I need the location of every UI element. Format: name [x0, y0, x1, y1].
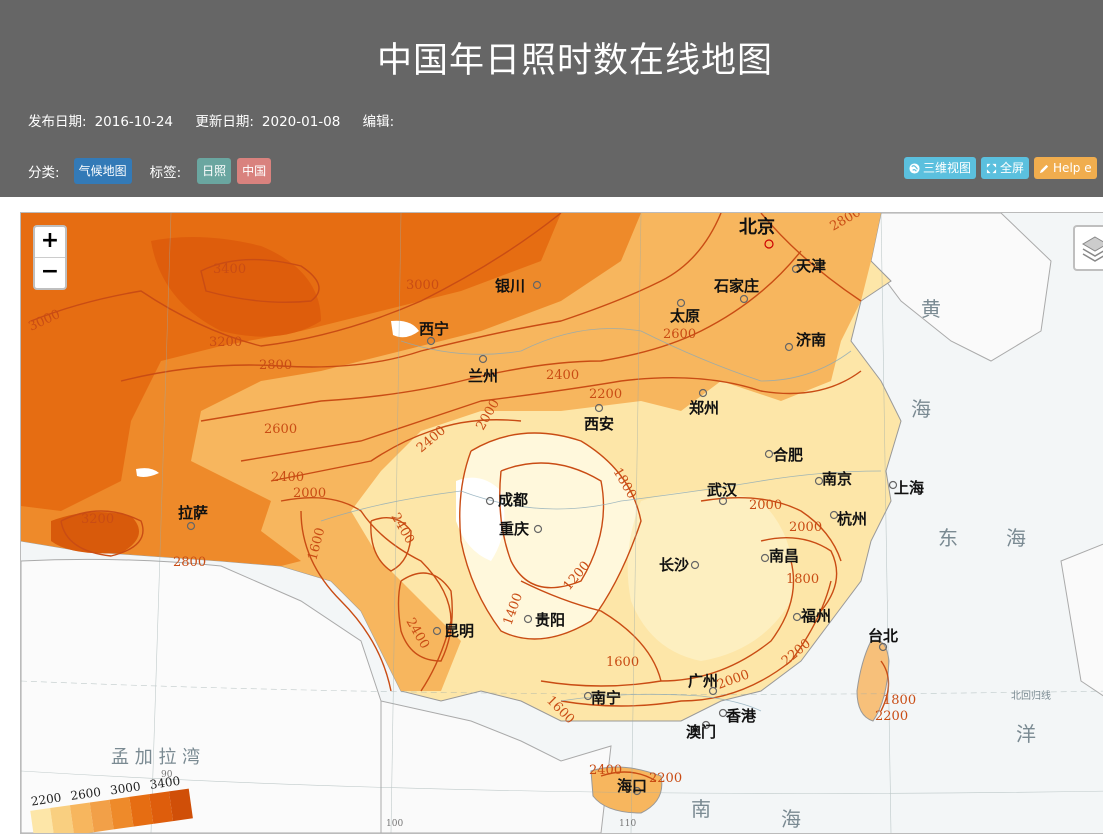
zoom-in-button[interactable]: + [35, 227, 65, 258]
update-date: 更新日期: 2020-01-08 [195, 114, 341, 130]
svg-text:长沙: 长沙 [659, 556, 689, 574]
svg-text:100: 100 [386, 819, 403, 829]
svg-text:2400: 2400 [589, 763, 622, 778]
svg-text:石家庄: 石家庄 [713, 277, 759, 295]
map-view[interactable]: + − 3400 3000 3000 3200 2800 2600 2800 2… [20, 212, 1103, 834]
svg-text:2400: 2400 [271, 470, 304, 485]
svg-text:北回归线: 北回归线 [1011, 689, 1051, 702]
svg-text:海: 海 [911, 397, 931, 421]
help-edit-button[interactable]: Help e [1034, 157, 1097, 179]
svg-text:贵阳: 贵阳 [535, 611, 565, 629]
svg-text:2800: 2800 [173, 555, 206, 570]
svg-text:2600: 2600 [264, 422, 297, 437]
svg-text:合肥: 合肥 [772, 446, 803, 464]
svg-text:武汉: 武汉 [707, 481, 738, 499]
fullscreen-button[interactable]: 全屏 [981, 157, 1030, 179]
svg-text:1800: 1800 [786, 572, 819, 587]
svg-text:2800: 2800 [259, 358, 292, 373]
tag-zhongguo[interactable]: 中国 [237, 158, 272, 184]
expand-icon [986, 163, 997, 173]
svg-text:2600: 2600 [663, 327, 696, 342]
svg-text:2000: 2000 [789, 520, 822, 535]
globe-icon [909, 162, 920, 174]
tag-rizhao[interactable]: 日照 [197, 158, 232, 184]
svg-text:南: 南 [691, 797, 711, 821]
svg-text:太原: 太原 [670, 307, 700, 325]
svg-text:银川: 银川 [495, 277, 525, 295]
svg-text:重庆: 重庆 [499, 520, 529, 538]
svg-text:拉萨: 拉萨 [178, 504, 208, 522]
zoom-out-button[interactable]: − [35, 258, 65, 288]
svg-text:1800: 1800 [883, 693, 916, 708]
svg-text:2200: 2200 [649, 771, 682, 786]
svg-text:天津: 天津 [796, 257, 826, 275]
svg-text:海: 海 [1006, 526, 1026, 550]
layers-icon [1082, 236, 1103, 262]
svg-text:黄: 黄 [921, 297, 941, 321]
svg-text:2000: 2000 [293, 486, 326, 501]
svg-text:广州: 广州 [688, 672, 718, 690]
svg-text:南昌: 南昌 [769, 547, 799, 565]
svg-text:洋: 洋 [1016, 722, 1036, 746]
toolbar: 三维视图 全屏 Help e [904, 157, 1102, 179]
publish-date: 发布日期: 2016-10-24 [28, 114, 174, 130]
svg-text:成都: 成都 [498, 491, 528, 509]
svg-text:杭州: 杭州 [837, 510, 867, 528]
pencil-icon [1039, 164, 1049, 173]
svg-text:福州: 福州 [800, 607, 831, 625]
layer-switcher-button[interactable] [1073, 225, 1103, 271]
svg-text:1600: 1600 [606, 655, 639, 670]
sunshine-map: 3400 3000 3000 3200 2800 2600 2800 2600 … [21, 213, 1103, 833]
meta-row: 发布日期: 2016-10-24 更新日期: 2020-01-08 编辑: [28, 110, 412, 130]
page-title: 中国年日照时数在线地图 [376, 41, 773, 81]
view-3d-button[interactable]: 三维视图 [904, 157, 977, 179]
svg-text:2000: 2000 [749, 498, 782, 513]
svg-text:郑州: 郑州 [689, 399, 719, 417]
svg-text:3200: 3200 [209, 335, 242, 350]
svg-text:兰州: 兰州 [468, 367, 498, 385]
svg-text:西安: 西安 [584, 415, 614, 433]
svg-text:澳门: 澳门 [686, 723, 716, 741]
svg-text:南京: 南京 [822, 470, 852, 488]
svg-text:110: 110 [619, 819, 636, 829]
svg-text:2200: 2200 [589, 387, 622, 402]
svg-text:上海: 上海 [894, 479, 924, 497]
svg-text:东: 东 [938, 526, 958, 550]
svg-text:台北: 台北 [868, 627, 898, 645]
svg-text:3400: 3400 [213, 262, 246, 277]
tags-label: 标签: [149, 165, 182, 181]
svg-text:香港: 香港 [726, 707, 757, 725]
zoom-control: + − [33, 225, 67, 290]
svg-text:南宁: 南宁 [591, 689, 621, 707]
svg-text:北京: 北京 [739, 216, 775, 238]
editor: 编辑: [362, 114, 395, 130]
svg-text:昆明: 昆明 [444, 622, 474, 640]
svg-text:海: 海 [781, 807, 801, 831]
page-header: 中国年日照时数在线地图 发布日期: 2016-10-24 更新日期: 2020-01… [0, 0, 1103, 197]
category-chip[interactable]: 气候地图 [73, 158, 132, 184]
svg-text:2200: 2200 [875, 709, 908, 724]
svg-text:3200: 3200 [81, 512, 114, 527]
category-label: 分类: [28, 165, 60, 181]
svg-text:海口: 海口 [617, 777, 647, 795]
svg-text:2400: 2400 [546, 368, 579, 383]
category-row: 分类: 气候地图 标签: 日照 中国 [28, 158, 277, 184]
svg-text:西宁: 西宁 [419, 320, 449, 338]
svg-text:济南: 济南 [796, 331, 826, 349]
svg-text:孟 加 拉 湾: 孟 加 拉 湾 [111, 747, 200, 768]
svg-text:3000: 3000 [406, 278, 439, 293]
